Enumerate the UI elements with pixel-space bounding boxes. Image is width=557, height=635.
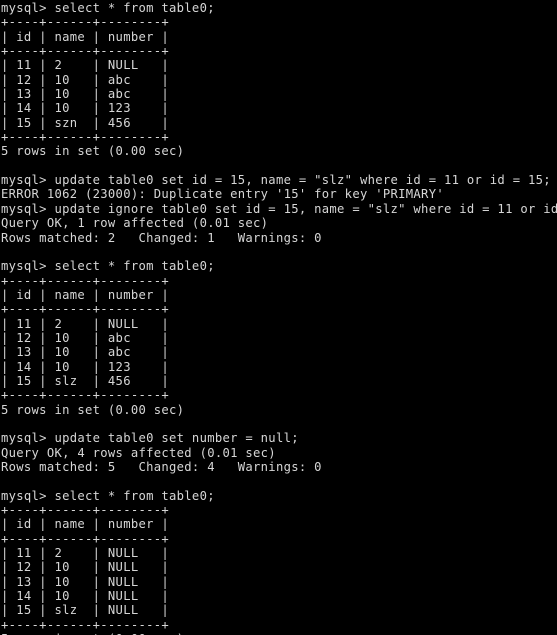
terminal-line: | 13 | 10 | abc | [1,87,170,102]
terminal-line: 5 rows in set (0.00 sec) [1,402,185,417]
terminal-line: Rows matched: 5 Changed: 4 Warnings: 0 [1,460,322,474]
terminal-line: ERROR 1062 (23000): Duplicate entry '15'… [1,187,444,202]
terminal-line: | 13 | 10 | abc | [1,345,170,360]
terminal-line: | 11 | 2 | NULL | [1,546,170,561]
terminal-line: | id | name | number | [1,29,170,44]
terminal-line: | id | name | number | [1,287,170,302]
terminal-line: +----+------+--------+ [1,273,170,288]
terminal-line: mysql> select * from table0; [1,259,215,274]
terminal-line: mysql> update table0 set id = 15, name =… [1,173,551,188]
terminal-line: | 15 | slz | 456 | [1,373,170,388]
terminal-line: | 15 | slz | NULL | [1,603,170,618]
terminal-line: | id | name | number | [1,517,170,532]
terminal-line: +----+------+--------+ [1,617,170,632]
terminal-line: 5 rows in set (0.00 sec) [1,144,185,159]
terminal-line: | 11 | 2 | NULL | [1,58,170,73]
terminal-line: mysql> update ignore table0 set id = 15,… [1,201,557,216]
terminal-line: | 15 | szn | 456 | [1,115,170,130]
terminal-line: +----+------+--------+ [1,302,170,317]
terminal-line: mysql> update table0 set number = null; [1,431,299,446]
terminal-line: | 12 | 10 | abc | [1,72,170,87]
terminal-line: | 13 | 10 | NULL | [1,574,170,589]
terminal-line: | 12 | 10 | NULL | [1,560,170,575]
terminal-line: | 12 | 10 | abc | [1,330,170,345]
terminal-line: mysql> select * from table0; [1,488,215,503]
terminal-line: Query OK, 4 rows affected (0.01 sec) [1,445,276,460]
terminal-line: | 14 | 10 | 123 | [1,359,170,374]
terminal-line: +----+------+--------+ [1,388,170,403]
terminal-line: mysql> select * from table0; [1,1,215,15]
terminal-line: +----+------+--------+ [1,503,170,518]
terminal-line: +----+------+--------+ [1,531,170,546]
terminal-line: | 11 | 2 | NULL | [1,316,170,331]
terminal-line: +----+------+--------+ [1,44,170,59]
terminal-line: Rows matched: 2 Changed: 1 Warnings: 0 [1,230,322,245]
terminal-line: | 14 | 10 | 123 | [1,101,170,116]
terminal-line: | 14 | 10 | NULL | [1,589,170,604]
terminal-console[interactable]: mysql> select * from table0; +----+------… [0,0,557,635]
terminal-line: +----+------+--------+ [1,15,170,30]
terminal-line: Query OK, 1 row affected (0.01 sec) [1,216,269,231]
terminal-line: +----+------+--------+ [1,130,170,145]
